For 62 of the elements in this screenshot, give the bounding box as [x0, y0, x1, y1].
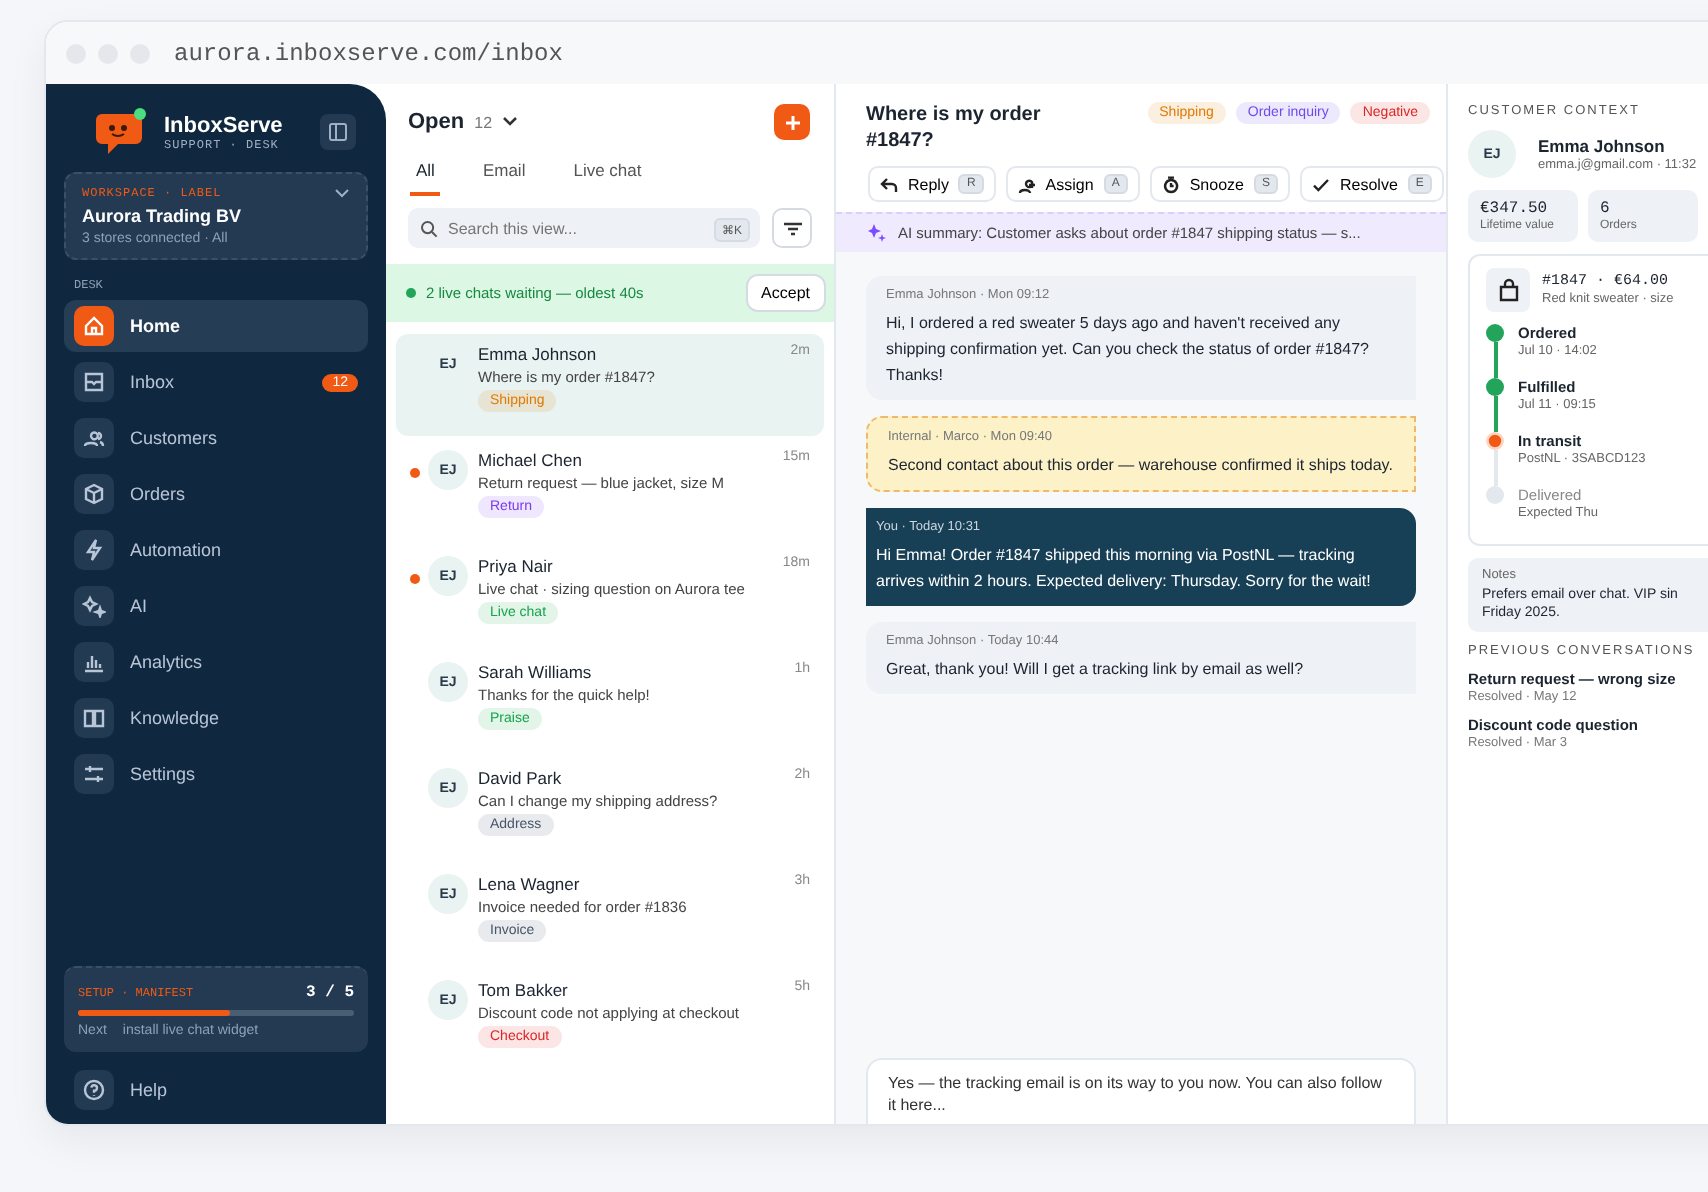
message-text: Second contact about this order — warehouse confirmed it ships today. [888, 454, 1394, 478]
contact-name: Sarah Williams [478, 662, 592, 682]
workspace-name: Aurora Trading BV [82, 206, 244, 226]
sidebar-item[interactable]: Customers [64, 412, 368, 464]
view-title: Open [408, 110, 465, 134]
contact-name: Emma Johnson [478, 344, 597, 364]
message-text: Hi, I ordered a red sweater 5 days ago and haven't received any shipping confirmation yet. Can you check the status of order #1847? Thanks! [886, 312, 1371, 388]
person-plus-icon [1017, 175, 1036, 193]
contact-name: Priya Nair [478, 556, 553, 576]
new-conversation-button[interactable] [774, 104, 810, 140]
help-icon [74, 1070, 114, 1110]
sidebar-panel-icon [328, 122, 348, 142]
home-icon [74, 306, 114, 346]
filter-tab[interactable]: Email [476, 156, 532, 196]
filter-button[interactable] [772, 208, 812, 248]
chat-bubble-logo-icon [96, 108, 148, 156]
inbox-icon [74, 362, 114, 402]
help-item[interactable]: Help [64, 1064, 368, 1116]
search-icon [420, 220, 438, 238]
plus-icon [783, 113, 801, 131]
stat-value: 6 [1600, 200, 1612, 218]
contact-name: David Park [478, 768, 562, 788]
sidebar-item[interactable]: Settings [64, 748, 368, 800]
reply-arrow-icon [880, 175, 898, 193]
conversation-title: Where is my order #1847? [866, 102, 1043, 154]
customer-name: Emma Johnson [1538, 136, 1667, 156]
url-text[interactable]: aurora.inboxserve.com/inbox [174, 39, 563, 67]
message-text: Great, thank you! Will I get a tracking link by email as well? [886, 658, 1306, 682]
sidebar-item[interactable]: Home [64, 300, 368, 352]
view-count: 12 [474, 113, 493, 131]
book-icon [74, 698, 114, 738]
sidebar-item[interactable]: Automation [64, 524, 368, 576]
contact-name: Michael Chen [478, 450, 582, 470]
box-icon [74, 474, 114, 514]
spark-icon [74, 586, 114, 626]
sliders-icon [74, 754, 114, 794]
sidebar-item[interactable]: Orders [64, 468, 368, 520]
sidebar-item[interactable]: Knowledge [64, 692, 368, 744]
sparkle-icon [868, 224, 886, 242]
message-text: Hi Emma! Order #1847 shipped this morning via PostNL — tracking arrives within 2 hours. Expected delivery: Thursday. Sorry for the wait! [876, 544, 1373, 594]
filter-icon [783, 221, 801, 235]
accept-button[interactable]: Accept [745, 274, 826, 312]
brand-name: InboxServe [164, 113, 285, 137]
chevron-down-icon [334, 187, 350, 199]
contact-name: Tom Bakker [478, 980, 568, 1000]
filter-tab[interactable]: All [410, 156, 441, 196]
stat-value: €347.50 [1480, 200, 1550, 218]
sidebar-item[interactable]: Analytics [64, 636, 368, 688]
filter-tab[interactable]: Live chat [567, 156, 648, 196]
composer-field[interactable]: Yes — the tracking email is on its way to you now. You can also follow it here... [866, 1058, 1416, 1124]
users-icon [74, 418, 114, 458]
status-dot-icon [406, 288, 416, 298]
shopping-bag-icon [1486, 268, 1530, 312]
chevron-down-icon[interactable] [502, 116, 519, 128]
bolt-icon [74, 530, 114, 570]
chart-icon [74, 642, 114, 682]
checkmark-icon [1311, 175, 1330, 193]
sidebar-item[interactable]: AI [64, 580, 368, 632]
setup-count: 3 / 5 [305, 984, 354, 1002]
clock-icon [1161, 175, 1180, 193]
collapse-sidebar-button[interactable] [320, 114, 356, 150]
contact-name: Lena Wagner [478, 874, 580, 894]
